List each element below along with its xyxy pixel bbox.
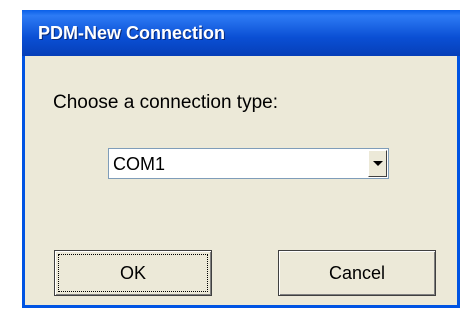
ok-button[interactable]: OK <box>54 250 212 296</box>
dialog-window: PDM-New Connection Choose a connection t… <box>22 10 460 308</box>
connection-type-value: COM1 <box>113 154 166 174</box>
cancel-button-label: Cancel <box>328 262 386 283</box>
connection-type-label: Choose a connection type: <box>53 92 278 113</box>
focus-rectangle <box>58 254 208 292</box>
chevron-down-icon[interactable] <box>368 150 387 177</box>
cancel-button[interactable]: Cancel <box>278 250 436 296</box>
title-bar[interactable]: PDM-New Connection <box>22 10 460 56</box>
connection-type-select[interactable]: COM1 <box>108 148 389 179</box>
window-title: PDM-New Connection <box>38 23 225 43</box>
